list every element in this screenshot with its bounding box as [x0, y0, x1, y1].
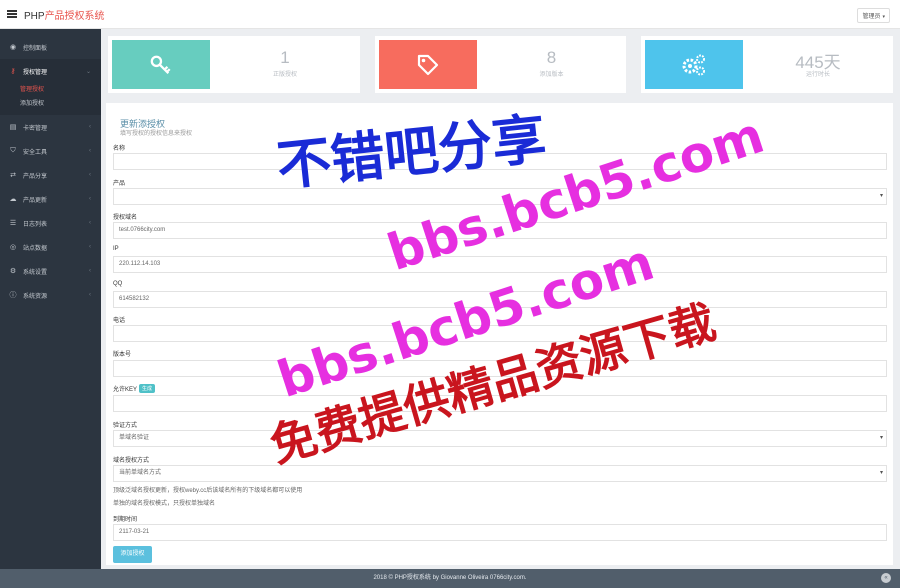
key-label: 允许KEY 生成 [113, 384, 156, 393]
chevron-left-icon: ‹ [89, 172, 91, 178]
domain-field[interactable]: test.0766city.com [113, 222, 887, 239]
stat-value: 1 [280, 48, 290, 67]
name-label: 名称 [113, 146, 126, 152]
share-icon: ⇄ [10, 172, 16, 179]
stat-label: 运行时长 [805, 72, 830, 78]
sidebar-item-label: 卡密管理 [23, 125, 48, 132]
stat-tile [645, 40, 743, 89]
domain-mode-label: 域名授权方式 [113, 458, 150, 464]
stat-label: 正版授权 [272, 72, 297, 78]
sidebar-item-share[interactable]: ⇄ 产品分享 ‹ [0, 163, 101, 187]
brand-accent: 产品授权系统 [44, 10, 105, 22]
hint-text: 顶级泛域名授权更新，授权weby.cc后该域名所有的下级域名都可以使用 [113, 488, 303, 494]
sidebar-subnav: 管理授权 添加授权 [0, 83, 101, 115]
sidebar-item-license[interactable]: ⚷ 授权管理 ⌄ [0, 59, 101, 83]
chevron-down-icon: ▾ [882, 14, 885, 20]
generate-key-button[interactable]: 生成 [139, 384, 156, 393]
ip-label: IP [113, 246, 119, 252]
sidebar-subitem-add[interactable]: 添加授权 [20, 97, 101, 111]
chevron-left-icon: ‹ [89, 268, 91, 274]
verify-mode-label: 验证方式 [113, 423, 138, 429]
user-menu[interactable]: 管理员 ▾ [857, 8, 890, 23]
sidebar-item-updates[interactable]: ☁ 产品更新 ‹ [0, 187, 101, 211]
key-icon: ⚷ [10, 68, 16, 75]
brand-prefix: PHP [24, 10, 45, 22]
list-icon: ☰ [9, 220, 17, 227]
menu-toggle-icon[interactable] [7, 10, 17, 18]
sidebar-item-cards[interactable]: ▤ 卡密管理 ‹ [0, 115, 101, 139]
verify-mode-select[interactable]: 单域名验证 [113, 430, 887, 447]
gears-icon [682, 54, 705, 75]
sidebar-item-label: 授权管理 [23, 69, 48, 76]
key-icon [150, 55, 171, 74]
domain-mode-select[interactable]: 当前单域名方式 [113, 465, 887, 482]
cloud-icon: ☁ [9, 196, 17, 203]
scroll-top-icon[interactable]: « [881, 573, 891, 583]
stat-label: 添加版本 [539, 72, 564, 78]
phone-field[interactable] [113, 325, 887, 342]
footer: 2018 © PHP授权系统 by Giovanne Oliveira 0766… [0, 569, 900, 588]
sidebar-item-label: 产品更新 [23, 197, 48, 204]
key-label-text: 允许KEY [113, 387, 138, 393]
stat-card-uptime: 445天 运行时长 [641, 36, 893, 93]
card-icon: ▤ [9, 124, 17, 131]
sidebar-item-label: 安全工具 [23, 149, 48, 156]
dashboard-icon: ◉ [9, 44, 17, 51]
sidebar-item-label: 系统设置 [23, 269, 48, 276]
chevron-left-icon: ‹ [89, 244, 91, 250]
expire-label: 到期时间 [113, 517, 138, 523]
gears-icon: ⚙ [9, 268, 17, 275]
sidebar-item-label: 站点数据 [23, 245, 48, 252]
chevron-left-icon: ‹ [89, 292, 91, 298]
submit-button[interactable]: 添加授权 [113, 546, 152, 563]
ip-field[interactable]: 220.112.14.103 [113, 256, 887, 273]
chevron-left-icon: ‹ [89, 220, 91, 226]
phone-label: 电话 [113, 318, 126, 324]
chevron-down-icon: ⌄ [85, 68, 91, 75]
stat-card-licenses: 1 正版授权 [108, 36, 360, 93]
qq-field[interactable]: 614582132 [113, 291, 887, 308]
sidebar-item-settings[interactable]: ⚙ 系统设置 ‹ [0, 259, 101, 283]
footer-text: 2018 © PHP授权系统 by Giovanne Oliveira 0766… [373, 575, 527, 581]
qq-label: QQ [113, 281, 123, 287]
sidebar: ◉ 控制面板 ⚷ 授权管理 ⌄ 管理授权 添加授权 ▤ 卡密管理 ‹ ⛉ 安全工具 ‹ ⇄ 产品… [0, 29, 101, 569]
sidebar-item-dashboard[interactable]: ◉ 控制面板 [0, 35, 101, 59]
tags-icon [417, 54, 439, 75]
chevron-left-icon: ‹ [89, 124, 91, 130]
sidebar-item-label: 控制面板 [23, 45, 48, 52]
sidebar-item-label: 产品分享 [23, 173, 48, 180]
product-select[interactable] [113, 188, 887, 205]
sidebar-item-security[interactable]: ⛉ 安全工具 ‹ [0, 139, 101, 163]
top-bar: PHP产品授权系统 管理员 ▾ [0, 0, 900, 29]
app-title: PHP产品授权系统 [24, 7, 105, 22]
name-field[interactable] [113, 153, 887, 170]
panel-subtitle: 填写授权的授权信息来授权 [120, 131, 193, 137]
chevron-left-icon: ‹ [89, 148, 91, 154]
sidebar-item-label: 日志列表 [23, 221, 48, 228]
product-label: 产品 [113, 181, 126, 187]
version-field[interactable] [113, 360, 887, 377]
sidebar-item-site-data[interactable]: ◎ 站点数据 ‹ [0, 235, 101, 259]
key-field[interactable] [113, 395, 887, 412]
sidebar-item-label: 系统资源 [23, 293, 48, 300]
stat-tile [112, 40, 210, 89]
sidebar-item-resources[interactable]: ⓘ 系统资源 ‹ [0, 283, 101, 307]
stat-card-versions: 8 添加版本 [375, 36, 626, 93]
info-icon: ⓘ [9, 292, 17, 299]
domain-label: 授权域名 [113, 215, 138, 221]
sidebar-item-logs[interactable]: ☰ 日志列表 ‹ [0, 211, 101, 235]
license-form-panel: 更新添授权 填写授权的授权信息来授权 名称 产品 授权域名 test.0766c… [106, 103, 893, 565]
version-label: 版本号 [113, 352, 132, 358]
user-menu-label: 管理员 [862, 14, 881, 20]
stat-value: 8 [546, 48, 557, 67]
hint-text: 单独的域名授权模式，只授权单独域名 [113, 501, 216, 507]
shield-icon: ⛉ [10, 147, 16, 154]
expire-field[interactable]: 2117-03-21 [113, 524, 887, 541]
stat-tile [379, 40, 477, 89]
globe-icon: ◎ [9, 244, 17, 251]
sidebar-subitem-manage[interactable]: 管理授权 [20, 83, 101, 97]
chevron-left-icon: ‹ [89, 196, 91, 202]
